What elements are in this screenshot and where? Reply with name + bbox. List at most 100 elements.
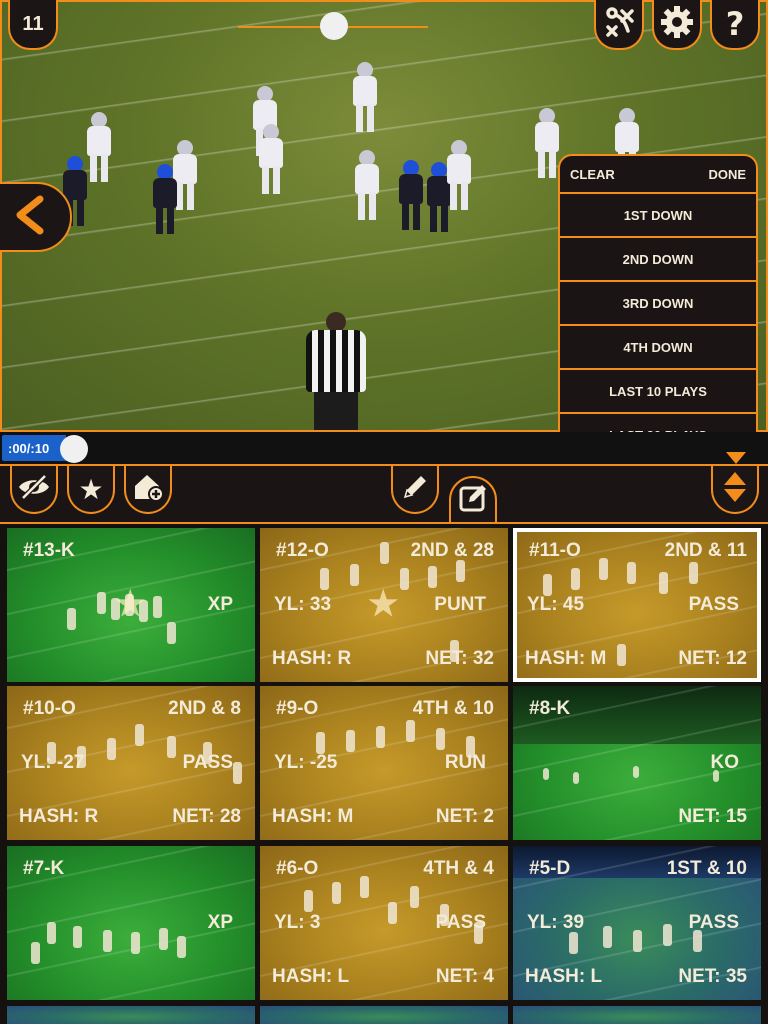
clip-play-number: #9-O bbox=[276, 698, 319, 719]
clip-play-number: #7-K bbox=[23, 858, 65, 879]
player bbox=[350, 62, 380, 132]
clip-yard-line: YL: 45 bbox=[527, 594, 585, 615]
clip-play-type: PASS bbox=[688, 594, 739, 615]
clip-net: NET: 32 bbox=[425, 648, 494, 669]
clip-play-number: #11-O bbox=[529, 540, 581, 561]
home-add-icon bbox=[132, 472, 164, 507]
down-filter-menu: CLEAR DONE 1ST DOWN 2ND DOWN 3RD DOWN 4T… bbox=[558, 154, 758, 458]
clip-tile[interactable]: #10-O 2ND & 8 YL: -27 PASS HASH: R NET: … bbox=[7, 686, 255, 840]
clip-play-number: #6-O bbox=[276, 858, 319, 879]
player bbox=[396, 160, 426, 230]
clip-count: 11 bbox=[22, 12, 44, 35]
clip-tile[interactable]: ★ #12-O 2ND & 28 YL: 33 PUNT HASH: R NET… bbox=[260, 528, 508, 682]
hide-clip-button[interactable] bbox=[10, 466, 58, 514]
player bbox=[352, 150, 382, 220]
filter-item-1st-down[interactable]: 1ST DOWN bbox=[560, 194, 756, 238]
clip-net: NET: 35 bbox=[678, 966, 747, 987]
pencil-icon bbox=[400, 472, 430, 507]
clip-net: NET: 4 bbox=[435, 966, 494, 987]
clip-net: NET: 15 bbox=[678, 806, 747, 827]
clip-down: 4TH & 10 bbox=[412, 698, 494, 719]
clip-play-number: #5-D bbox=[529, 858, 571, 879]
player bbox=[256, 124, 286, 194]
edit-clip-button[interactable] bbox=[449, 476, 497, 524]
player bbox=[150, 164, 180, 234]
clip-tile[interactable]: #9-O 4TH & 10 YL: -25 RUN HASH: M NET: 2 bbox=[260, 686, 508, 840]
favorite-button[interactable]: ★ bbox=[67, 466, 115, 514]
clip-play-type: PASS bbox=[182, 752, 233, 773]
clip-net: NET: 28 bbox=[172, 806, 241, 827]
clip-tile-partial[interactable] bbox=[260, 1006, 508, 1024]
clip-yard-line: YL: -25 bbox=[274, 752, 338, 773]
clip-play-type: PUNT bbox=[434, 594, 486, 615]
clip-tile[interactable]: #5-D 1ST & 10 YL: 39 PASS HASH: L NET: 3… bbox=[513, 846, 761, 1000]
timeline-scrubber[interactable] bbox=[60, 435, 88, 463]
timeline-bar[interactable]: :00/:10 bbox=[0, 432, 768, 466]
clip-tile-selected[interactable]: #11-O 2ND & 11 YL: 45 PASS HASH: M NET: … bbox=[513, 528, 761, 682]
chevron-left-icon bbox=[12, 195, 48, 240]
clip-play-type: KO bbox=[710, 752, 740, 773]
clip-down: 4TH & 4 bbox=[423, 858, 494, 879]
filter-item-3rd-down[interactable]: 3RD DOWN bbox=[560, 282, 756, 326]
clip-down: 2ND & 28 bbox=[410, 540, 494, 561]
referee bbox=[298, 312, 374, 430]
clip-play-number: #10-O bbox=[23, 698, 76, 719]
clip-play-type: XP bbox=[207, 594, 233, 615]
clip-play-number: #8-K bbox=[529, 698, 571, 719]
clip-net: NET: 12 bbox=[678, 648, 747, 669]
clip-hash: HASH: L bbox=[525, 966, 603, 987]
filter-item-last-10-plays[interactable]: LAST 10 PLAYS bbox=[560, 370, 756, 414]
previous-clip-button[interactable] bbox=[0, 182, 72, 252]
clip-yard-line: YL: 3 bbox=[274, 912, 321, 933]
add-home-button[interactable] bbox=[124, 466, 172, 514]
clip-hash: HASH: M bbox=[272, 806, 354, 827]
edit-icon bbox=[458, 483, 488, 518]
player bbox=[444, 140, 474, 210]
help-icon: ? bbox=[725, 5, 745, 43]
speed-slider-knob[interactable] bbox=[320, 12, 348, 40]
menu-pointer bbox=[726, 452, 746, 464]
clip-play-type: PASS bbox=[688, 912, 739, 933]
clip-grid: ★ #13-K XP ★ #12-O 2ND & 28 YL: 33 PUNT … bbox=[0, 524, 768, 1024]
favorite-star-icon: ★ bbox=[115, 585, 146, 623]
time-readout: :00/:10 bbox=[2, 435, 66, 461]
clip-hash: HASH: M bbox=[525, 648, 607, 669]
done-button[interactable]: DONE bbox=[708, 167, 746, 182]
clip-hash: HASH: R bbox=[19, 806, 99, 827]
filter-item-2nd-down[interactable]: 2ND DOWN bbox=[560, 238, 756, 282]
gear-icon bbox=[660, 5, 694, 44]
sort-button[interactable] bbox=[711, 466, 759, 514]
clip-tile[interactable]: ★ #13-K XP bbox=[7, 528, 255, 682]
clip-tile-partial[interactable] bbox=[7, 1006, 255, 1024]
clip-yard-line: YL: 39 bbox=[527, 912, 585, 933]
clip-tile[interactable]: #8-K KO NET: 15 bbox=[513, 686, 761, 840]
filter-menu-header: CLEAR DONE bbox=[560, 156, 756, 194]
clip-count-badge: 11 bbox=[8, 0, 58, 50]
clip-yard-line: YL: -27 bbox=[21, 752, 85, 773]
sort-arrows-icon bbox=[722, 470, 748, 509]
clip-play-type: RUN bbox=[444, 752, 486, 773]
draw-button[interactable] bbox=[391, 466, 439, 514]
clip-down: 2ND & 11 bbox=[664, 540, 747, 561]
clip-yard-line: YL: 33 bbox=[274, 594, 332, 615]
help-button[interactable]: ? bbox=[710, 0, 760, 50]
clip-play-type: XP bbox=[207, 912, 233, 933]
clip-play-type: PASS bbox=[435, 912, 486, 933]
clip-net: NET: 2 bbox=[435, 806, 494, 827]
clip-hash: HASH: L bbox=[272, 966, 350, 987]
clip-play-number: #13-K bbox=[23, 540, 75, 561]
clip-tile-partial[interactable] bbox=[513, 1006, 761, 1024]
filter-item-4th-down[interactable]: 4TH DOWN bbox=[560, 326, 756, 370]
clip-down: 2ND & 8 bbox=[168, 698, 241, 719]
playbook-button[interactable] bbox=[594, 0, 644, 50]
clear-button[interactable]: CLEAR bbox=[570, 167, 615, 182]
clip-tile[interactable]: #6-O 4TH & 4 YL: 3 PASS HASH: L NET: 4 bbox=[260, 846, 508, 1000]
clip-toolbar: ★ bbox=[0, 466, 768, 524]
star-icon: ★ bbox=[78, 472, 104, 506]
clip-tile[interactable]: #7-K XP bbox=[7, 846, 255, 1000]
eye-slash-icon bbox=[17, 473, 51, 505]
playbook-icon bbox=[602, 5, 636, 44]
settings-button[interactable] bbox=[652, 0, 702, 50]
clip-play-number: #12-O bbox=[276, 540, 329, 561]
clip-down: 1ST & 10 bbox=[666, 858, 747, 879]
